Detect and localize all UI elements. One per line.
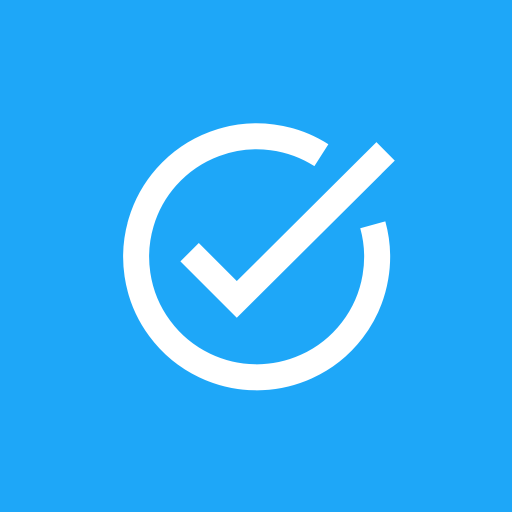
check-circle-icon [0,0,512,512]
icon-background [0,0,512,512]
app-icon [0,0,512,512]
